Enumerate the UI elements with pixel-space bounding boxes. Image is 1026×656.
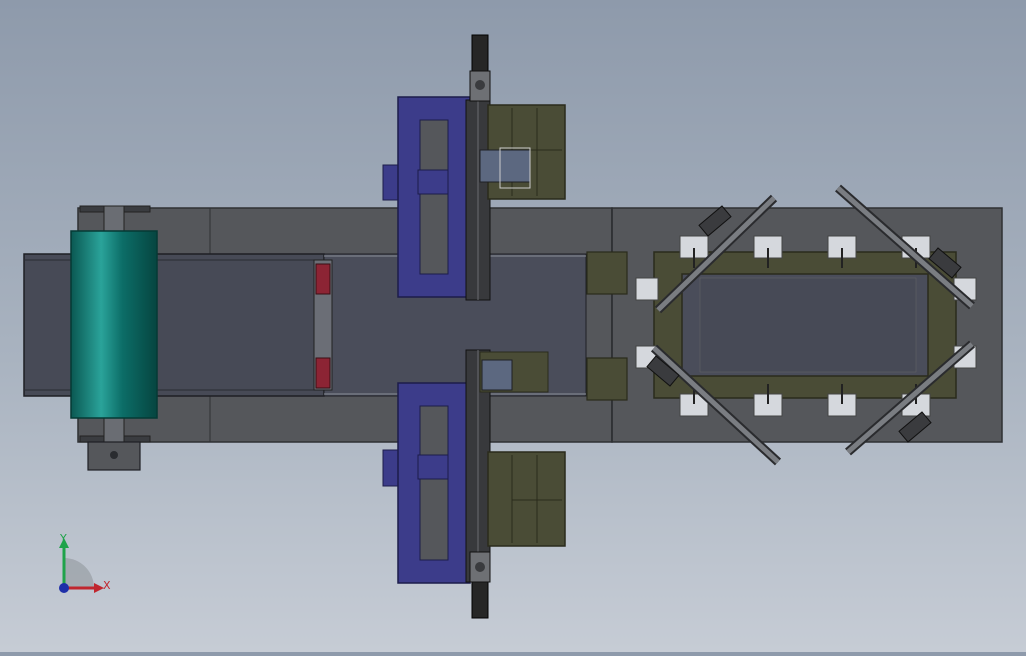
olive-panel[interactable] <box>487 451 566 547</box>
locator-block[interactable] <box>586 251 628 295</box>
servo-motor[interactable] <box>471 581 489 619</box>
red-stop-block[interactable] <box>315 357 331 389</box>
gantry-bottom[interactable] <box>382 349 566 619</box>
locator-block[interactable] <box>586 357 628 401</box>
cad-viewport[interactable]: Y X <box>0 0 1026 652</box>
coordinate-triad: Y X <box>59 532 111 593</box>
x-axis-label: X <box>103 579 111 592</box>
servo-motor[interactable] <box>471 34 489 72</box>
assembly-top-view: Y X <box>23 34 1003 619</box>
y-axis-label: Y <box>59 532 67 545</box>
red-stop-block[interactable] <box>315 263 331 295</box>
z-axis-dot <box>59 583 69 593</box>
